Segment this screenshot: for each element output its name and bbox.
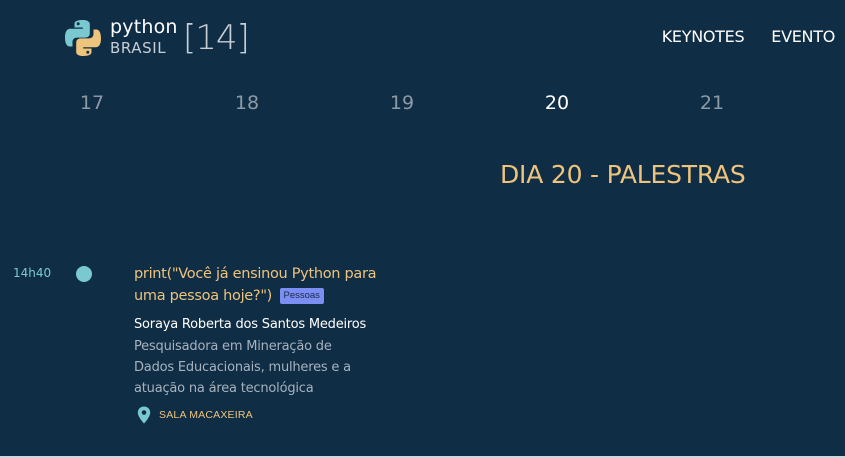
day-tab-17[interactable]: 17 xyxy=(62,92,122,114)
day-tab-21[interactable]: 21 xyxy=(682,92,742,114)
location-name: SALA MACAXEIRA xyxy=(159,409,253,421)
python-logo-icon xyxy=(65,20,101,56)
nav-link-evento[interactable]: EVENTO xyxy=(771,27,835,46)
map-pin-icon xyxy=(137,406,151,424)
timeline-dot xyxy=(76,266,92,282)
speaker-bio: Pesquisadora em Mineração de Dados Educa… xyxy=(134,339,351,396)
talk-location: SALA MACAXEIRA xyxy=(134,406,379,424)
logo-wordmark: python BRASIL xyxy=(110,16,190,60)
day-tab-18[interactable]: 18 xyxy=(217,92,277,114)
page: python BRASIL [14] KEYNOTES EVENTO 17 18… xyxy=(0,0,845,456)
speaker-name: Soraya Roberta dos Santos Medeiros xyxy=(134,317,367,332)
talk-title-link[interactable]: print("Você já ensinou Python para uma p… xyxy=(134,266,377,304)
talk-time: 14h40 xyxy=(13,266,52,280)
logo-word-python: python xyxy=(110,16,178,38)
section-title: DIA 20 - PALESTRAS xyxy=(500,160,746,189)
logo-link[interactable]: python BRASIL [14] xyxy=(63,16,250,60)
day-selector: 17 18 19 20 21 xyxy=(0,92,845,116)
logo-word-brasil: BRASIL xyxy=(110,39,167,57)
main-nav: KEYNOTES EVENTO xyxy=(662,27,836,46)
day-tab-20[interactable]: 20 xyxy=(527,92,587,114)
talk-category-tag[interactable]: Pessoas xyxy=(279,288,324,304)
logo-edition-number: [14] xyxy=(183,18,250,58)
day-tab-19[interactable]: 19 xyxy=(372,92,432,114)
talk-details: print("Você já ensinou Python para uma p… xyxy=(134,263,379,424)
nav-link-keynotes[interactable]: KEYNOTES xyxy=(662,27,745,46)
